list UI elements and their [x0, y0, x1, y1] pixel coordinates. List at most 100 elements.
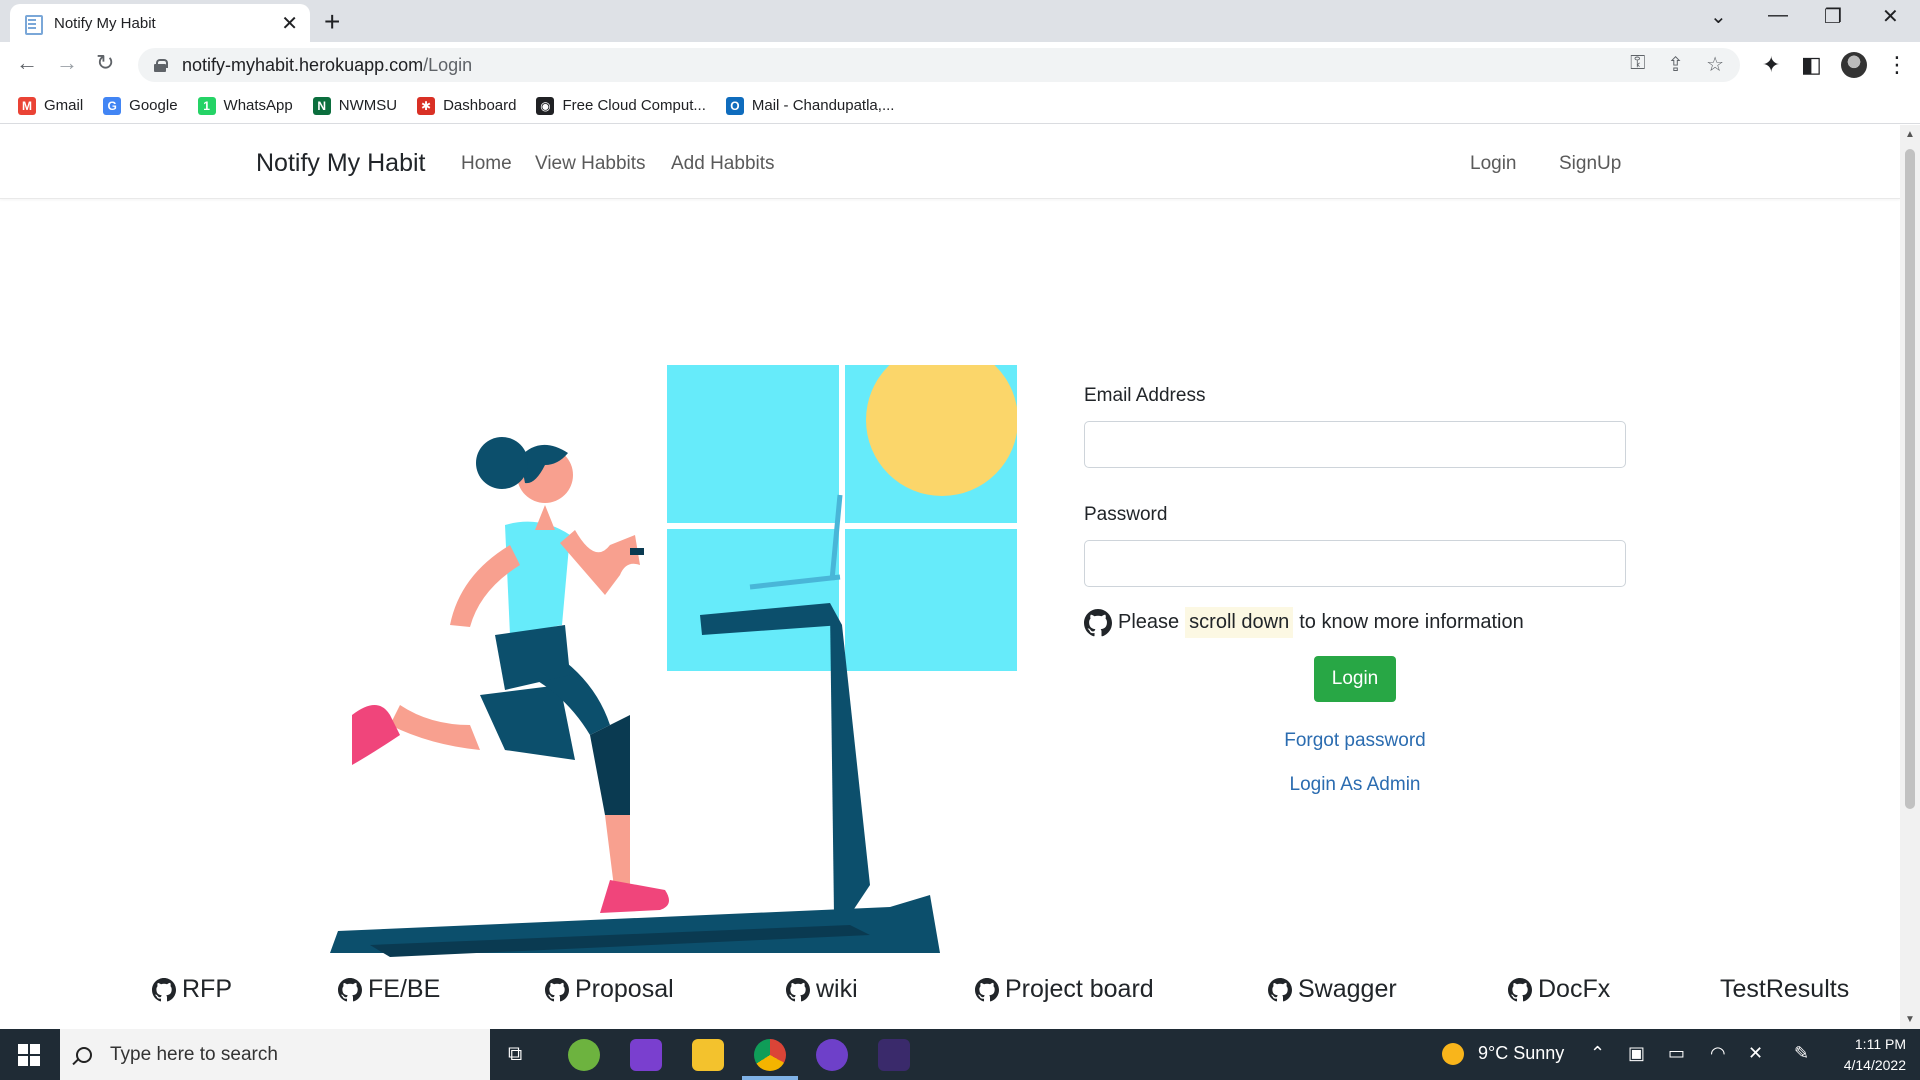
github-icon — [1268, 977, 1292, 1001]
footer-links: RFP FE/BE Proposal wiki Project board Swagger… — [0, 975, 1900, 1015]
lock-icon[interactable] — [154, 59, 168, 72]
bookmark-item[interactable]: M Gmail — [18, 96, 83, 115]
clock-date: 4/14/2022 — [1843, 1057, 1906, 1073]
close-tab-icon[interactable]: ✕ — [281, 11, 298, 36]
nav-view-habbits[interactable]: View Habbits — [535, 153, 646, 175]
info-text-after: to know more information — [1299, 611, 1524, 633]
address-bar[interactable]: notify-myhabit.herokuapp.com/Login ⚿ ⇪ ☆ — [138, 48, 1740, 82]
bookmark-favicon-icon: ◉ — [536, 96, 555, 115]
bookmark-item[interactable]: ◉ Free Cloud Comput... — [536, 96, 706, 115]
bookmark-item[interactable]: G Google — [103, 96, 178, 115]
footer-link-swagger[interactable]: Swagger — [1268, 975, 1397, 1004]
weather-text[interactable]: 9°C Sunny — [1478, 1043, 1564, 1064]
search-placeholder: Type here to search — [110, 1043, 278, 1065]
footer-link-fe-be[interactable]: FE/BE — [338, 975, 440, 1004]
browser-tab[interactable]: Notify My Habit ✕ — [10, 4, 310, 42]
web-page: Notify My Habit Home View Habbits Add Ha… — [0, 125, 1900, 1029]
star-icon[interactable]: ☆ — [1706, 52, 1724, 77]
bookmark-item[interactable]: 1 WhatsApp — [197, 96, 293, 115]
github-icon — [1508, 977, 1532, 1001]
task-view-icon[interactable]: ⧉ — [508, 1043, 522, 1066]
url-path: /Login — [423, 54, 473, 75]
close-window-icon[interactable]: ✕ — [1882, 4, 1899, 29]
wifi-icon[interactable]: ◠ — [1710, 1043, 1726, 1064]
bookmark-favicon-icon: M — [18, 96, 36, 115]
chrome-icon[interactable] — [754, 1039, 786, 1071]
side-panel-icon[interactable]: ◧ — [1801, 52, 1822, 78]
profile-avatar[interactable] — [1841, 52, 1867, 78]
footer-link-rfp[interactable]: RFP — [152, 975, 232, 1004]
nav-add-habbits[interactable]: Add Habbits — [671, 153, 775, 175]
tab-title: Notify My Habit — [54, 14, 156, 32]
page-scrollbar[interactable]: ▲ ▼ — [1900, 125, 1920, 1029]
github-icon — [545, 977, 569, 1001]
bookmark-item[interactable]: O Mail - Chandupatla,... — [725, 96, 894, 115]
forward-icon[interactable]: → — [56, 50, 78, 76]
github-icon[interactable] — [1084, 608, 1112, 637]
visual-studio-icon[interactable] — [630, 1039, 662, 1071]
weather-sun-icon[interactable] — [1442, 1043, 1464, 1065]
footer-link-label: RFP — [182, 975, 232, 1003]
reload-icon[interactable]: ↻ — [96, 50, 114, 76]
footer-link-project-board[interactable]: Project board — [975, 975, 1154, 1004]
volume-muted-icon[interactable]: ✕ — [1748, 1043, 1763, 1064]
tab-search-icon[interactable]: ⌄ — [1710, 4, 1727, 29]
bookmark-label: Dashboard — [443, 97, 517, 114]
footer-link-docfx[interactable]: DocFx — [1508, 975, 1610, 1004]
footer-link-label: Swagger — [1298, 975, 1397, 1003]
footer-link-label: wiki — [816, 975, 858, 1003]
bookmark-label: Google — [129, 97, 178, 114]
github-desktop-icon[interactable] — [816, 1039, 848, 1071]
url-text: notify-myhabit.herokuapp.com/Login — [182, 55, 472, 76]
footer-link-wiki[interactable]: wiki — [786, 975, 858, 1004]
pen-icon[interactable]: ✎ — [1794, 1043, 1809, 1064]
spring-tool-icon[interactable] — [568, 1039, 600, 1071]
footer-link-label: DocFx — [1538, 975, 1611, 1003]
site-navbar: Notify My Habit Home View Habbits Add Ha… — [0, 125, 1900, 199]
battery-icon[interactable]: ▭ — [1668, 1043, 1685, 1064]
footer-link-proposal[interactable]: Proposal — [545, 975, 674, 1004]
github-icon — [338, 977, 362, 1001]
github-icon — [975, 977, 999, 1001]
nav-login[interactable]: Login — [1470, 153, 1517, 175]
login-button[interactable]: Login — [1314, 656, 1396, 702]
bookmark-item[interactable]: ✱ Dashboard — [417, 96, 517, 115]
menu-icon[interactable]: ⋮ — [1886, 52, 1908, 78]
browser-toolbar: ← → ↻ notify-myhabit.herokuapp.com/Login… — [0, 42, 1920, 88]
footer-link-label: TestResults — [1720, 975, 1850, 1003]
treadmill-illustration — [330, 365, 1017, 957]
nav-signup[interactable]: SignUp — [1559, 153, 1621, 175]
url-host: notify-myhabit.herokuapp.com — [182, 54, 424, 75]
password-field[interactable] — [1084, 540, 1626, 587]
system-clock[interactable]: 1:11 PM 4/14/2022 — [1836, 1034, 1906, 1076]
nav-home[interactable]: Home — [461, 153, 512, 175]
minimize-icon[interactable]: — — [1768, 4, 1788, 27]
display-icon[interactable]: ▣ — [1628, 1043, 1645, 1064]
email-field[interactable] — [1084, 421, 1626, 468]
bookmark-favicon-icon: O — [725, 96, 744, 115]
footer-link-label: Project board — [1005, 975, 1154, 1003]
terminal-icon[interactable] — [878, 1039, 910, 1071]
forgot-password-link[interactable]: Forgot password — [1084, 730, 1626, 752]
scrollbar-thumb[interactable] — [1905, 149, 1915, 809]
key-icon[interactable]: ⚿ — [1630, 52, 1645, 77]
scroll-up-icon[interactable]: ▲ — [1905, 129, 1915, 140]
file-explorer-icon[interactable] — [692, 1039, 724, 1071]
taskbar-search[interactable]: Type here to search — [60, 1029, 490, 1080]
login-form: Email Address Password Please scroll dow… — [1084, 385, 1626, 796]
chrome-active-indicator — [742, 1076, 798, 1080]
footer-link-testresults[interactable]: TestResults — [1720, 975, 1849, 1004]
bookmark-item[interactable]: N NWMSU — [312, 96, 397, 115]
share-icon[interactable]: ⇪ — [1667, 52, 1684, 77]
restore-icon[interactable]: ❐ — [1824, 4, 1842, 29]
new-tab-icon[interactable]: + — [324, 6, 340, 38]
info-highlight: scroll down — [1185, 607, 1294, 638]
tray-chevron-icon[interactable]: ⌃ — [1590, 1043, 1605, 1064]
bookmark-label: Free Cloud Comput... — [562, 97, 706, 114]
brand-link[interactable]: Notify My Habit — [256, 149, 425, 178]
admin-login-link[interactable]: Login As Admin — [1084, 774, 1626, 796]
extensions-icon[interactable]: ✦ — [1762, 52, 1780, 78]
back-icon[interactable]: ← — [16, 50, 38, 76]
scroll-down-icon[interactable]: ▼ — [1905, 1014, 1915, 1025]
windows-start-icon[interactable] — [18, 1044, 40, 1066]
